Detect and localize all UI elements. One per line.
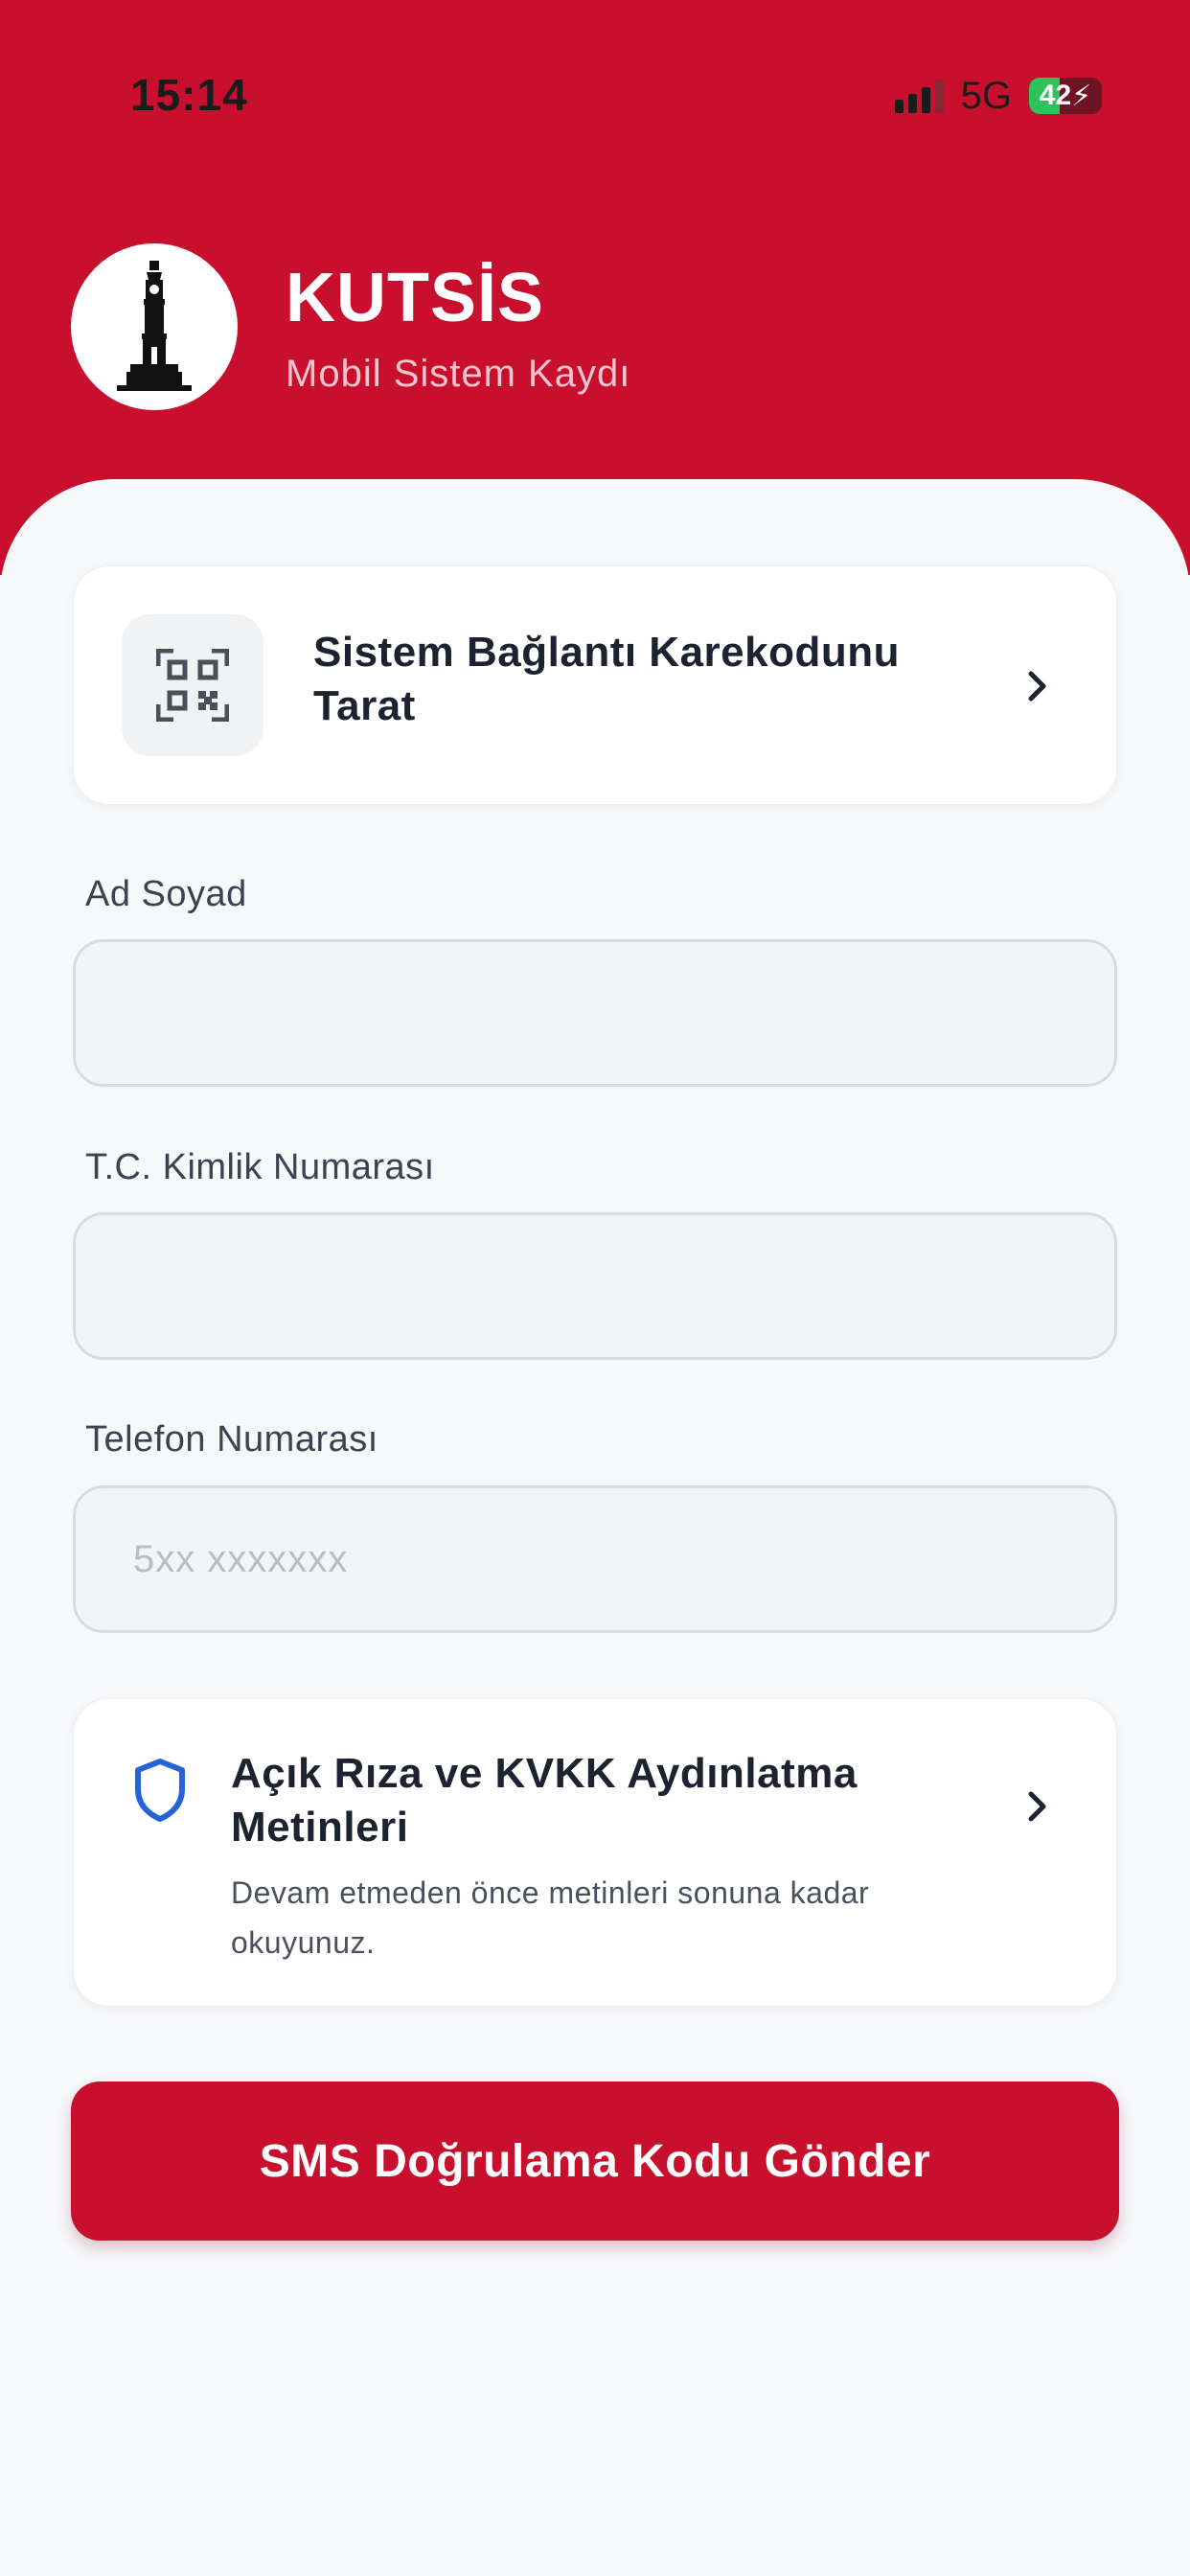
kvkk-description: Devam etmeden önce metinleri sonuna kada…	[231, 1875, 870, 1960]
name-label: Ad Soyad	[85, 874, 247, 914]
name-input[interactable]	[73, 939, 1117, 1087]
chevron-right-icon	[1018, 1787, 1057, 1826]
scan-qr-label: Sistem Bağlantı Karekodunu Tarat	[313, 629, 901, 729]
clock-tower-icon	[71, 243, 238, 410]
send-sms-code-button[interactable]: SMS Doğrulama Kodu Gönder	[71, 2082, 1119, 2241]
app-subtitle: Mobil Sistem Kaydı	[286, 353, 631, 395]
tc-label: T.C. Kimlik Numarası	[85, 1147, 435, 1187]
status-time: 15:14	[130, 70, 248, 120]
kvkk-consent-button[interactable]: Açık Rıza ve KVKK Aydınlatma Metinleri D…	[73, 1698, 1117, 2007]
tc-input[interactable]	[73, 1212, 1117, 1360]
network-type: 5G	[960, 74, 1012, 117]
scan-qr-button[interactable]: Sistem Bağlantı Karekodunu Tarat	[73, 565, 1117, 805]
battery-level: 42 ⚡	[1039, 80, 1092, 112]
cellular-signal-icon	[894, 79, 944, 113]
app-title: KUTSİS	[286, 260, 545, 336]
shield-icon	[131, 1757, 189, 1824]
battery-icon: 42 ⚡	[1029, 78, 1102, 114]
chevron-right-icon	[1018, 667, 1057, 705]
phone-label: Telefon Numarası	[85, 1419, 378, 1460]
status-indicators: 5G 42 ⚡	[894, 74, 1102, 117]
phone-input[interactable]	[73, 1485, 1117, 1633]
kvkk-title: Açık Rıza ve KVKK Aydınlatma Metinleri	[231, 1750, 858, 1851]
qr-code-icon	[122, 614, 263, 756]
